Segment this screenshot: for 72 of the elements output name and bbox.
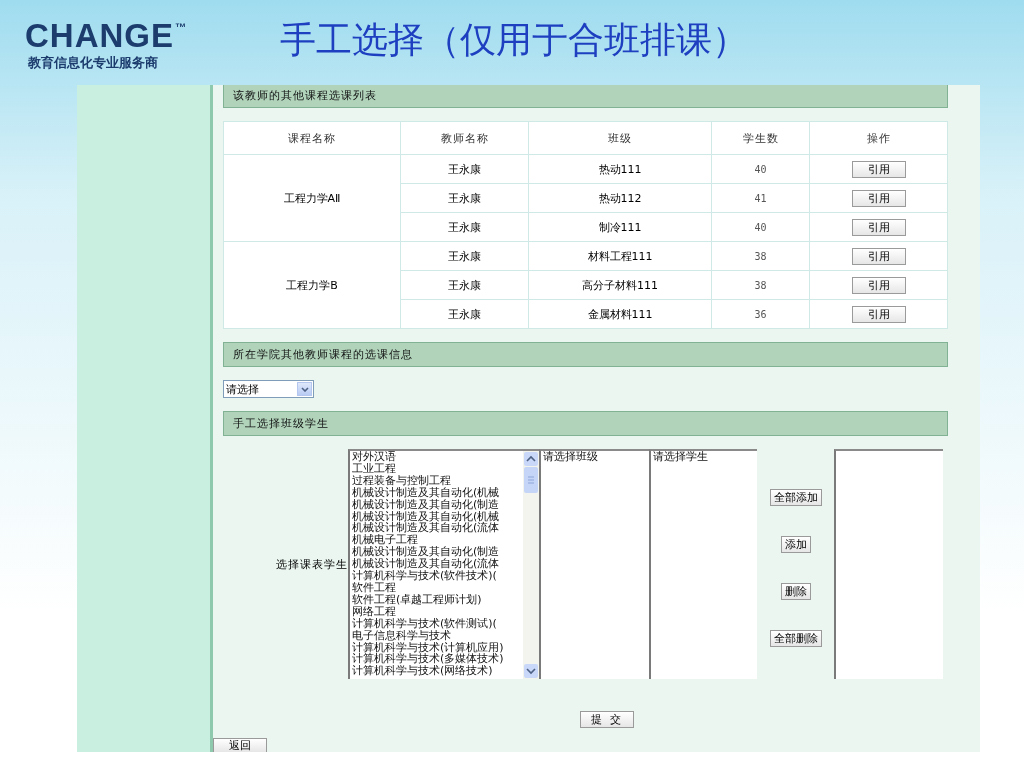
quote-button[interactable]: 引用	[851, 189, 906, 207]
list-box[interactable]	[348, 449, 539, 679]
list-option[interactable]: 请选择学生	[653, 451, 757, 463]
transfer-button[interactable]: 删除	[780, 583, 811, 600]
table-cell: 38	[711, 270, 810, 300]
quote-button[interactable]: 引用	[851, 247, 906, 265]
table-cell: 材料工程111	[528, 241, 712, 271]
table-cell: 王永康	[400, 270, 529, 300]
list-option[interactable]: 计算机科学与技术(软件技术)(	[352, 570, 523, 582]
dropdown-field[interactable]: 请选择	[223, 380, 314, 398]
slide-title: 手工选择（仅用于合班排课）	[280, 19, 748, 62]
field-label: 选择课表学生	[275, 556, 348, 573]
table-cell: 41	[711, 183, 810, 213]
table-cell: 王永康	[400, 212, 529, 242]
list-option[interactable]: 网络工程	[352, 605, 523, 618]
table-cell: 高分子材料111	[528, 270, 712, 300]
table-cell: 36	[711, 299, 810, 329]
transfer-button[interactable]: 全部添加	[769, 489, 822, 506]
list-option[interactable]: 软件工程(卓越工程师计划)	[352, 593, 523, 606]
submit-button[interactable]: 提 交	[580, 711, 634, 728]
table-cell: 王永康	[400, 241, 529, 271]
table-cell: 王永康	[400, 299, 529, 329]
scrollbar[interactable]	[523, 451, 539, 679]
section-header: 该教师的其他课程选课列表	[223, 85, 948, 108]
list-option[interactable]: 计算机科学与技术(软件测试)(	[352, 617, 523, 630]
table-cell: 制冷111	[528, 212, 712, 242]
quote-button[interactable]: 引用	[851, 160, 906, 178]
list-option[interactable]: 机械设计制造及其自动化(流体	[352, 522, 523, 535]
table-cell: 38	[711, 241, 810, 271]
section-header: 所在学院其他教师课程的选课信息	[223, 342, 948, 367]
column-header: 操作	[809, 121, 948, 155]
logo-text: CHANGE	[25, 19, 174, 53]
list-option[interactable]: 过程装备与控制工程	[352, 474, 523, 487]
list-box[interactable]: 请选择班级	[539, 449, 649, 679]
column-header: 教师名称	[400, 121, 529, 155]
list-option[interactable]: 机械设计制造及其自动化(制造	[352, 546, 523, 559]
column-header: 课程名称	[223, 121, 401, 155]
table-cell: 王永康	[400, 154, 529, 184]
list-option[interactable]: 计算机科学与技术(网络技术)	[352, 665, 523, 678]
quote-button[interactable]: 引用	[851, 218, 906, 236]
table-cell: 40	[711, 212, 810, 242]
list-option[interactable]: 软件工程	[352, 581, 523, 594]
quote-button[interactable]: 引用	[851, 276, 906, 294]
table-cell: 热动111	[528, 154, 712, 184]
logo-tagline: 教育信息化专业服务商	[28, 54, 158, 72]
quote-button[interactable]: 引用	[851, 305, 906, 323]
list-option[interactable]: 请选择班级	[543, 451, 649, 463]
list-box[interactable]: 请选择学生	[649, 449, 757, 679]
list-option[interactable]: 机械设计制造及其自动化(机械	[352, 486, 523, 499]
list-option[interactable]: 工业工程	[352, 462, 523, 475]
list-option[interactable]: 对外汉语	[352, 451, 523, 463]
table-cell: 40	[711, 154, 810, 184]
list-option[interactable]: 计算机科学与技术(多媒体技术)	[352, 653, 523, 666]
column-header: 学生数	[711, 121, 810, 155]
table-cell: 热动112	[528, 183, 712, 213]
section-header: 手工选择班级学生	[223, 411, 948, 436]
column-header: 班级	[528, 121, 712, 155]
transfer-button[interactable]: 添加	[780, 536, 811, 553]
trademark-mark: ™	[175, 21, 186, 33]
list-option[interactable]: 计算机科学与技术(计算机应用)	[352, 641, 523, 654]
table-cell: 工程力学AⅡ	[223, 154, 401, 242]
list-option[interactable]: 机械设计制造及其自动化(制造	[352, 498, 523, 511]
back-button[interactable]: 返回	[213, 738, 267, 752]
table-cell: 金属材料111	[528, 299, 712, 329]
table-cell: 王永康	[400, 183, 529, 213]
list-option[interactable]: 机械设计制造及其自动化(机械	[352, 510, 523, 523]
list-option[interactable]: 机械设计制造及其自动化(流体	[352, 558, 523, 571]
transfer-button[interactable]: 全部删除	[769, 630, 822, 647]
table-cell: 工程力学B	[223, 241, 401, 329]
list-option[interactable]: 机械电子工程	[352, 534, 523, 547]
list-option[interactable]: 电子信息科学与技术	[352, 629, 523, 642]
chevron-icon	[300, 386, 309, 392]
